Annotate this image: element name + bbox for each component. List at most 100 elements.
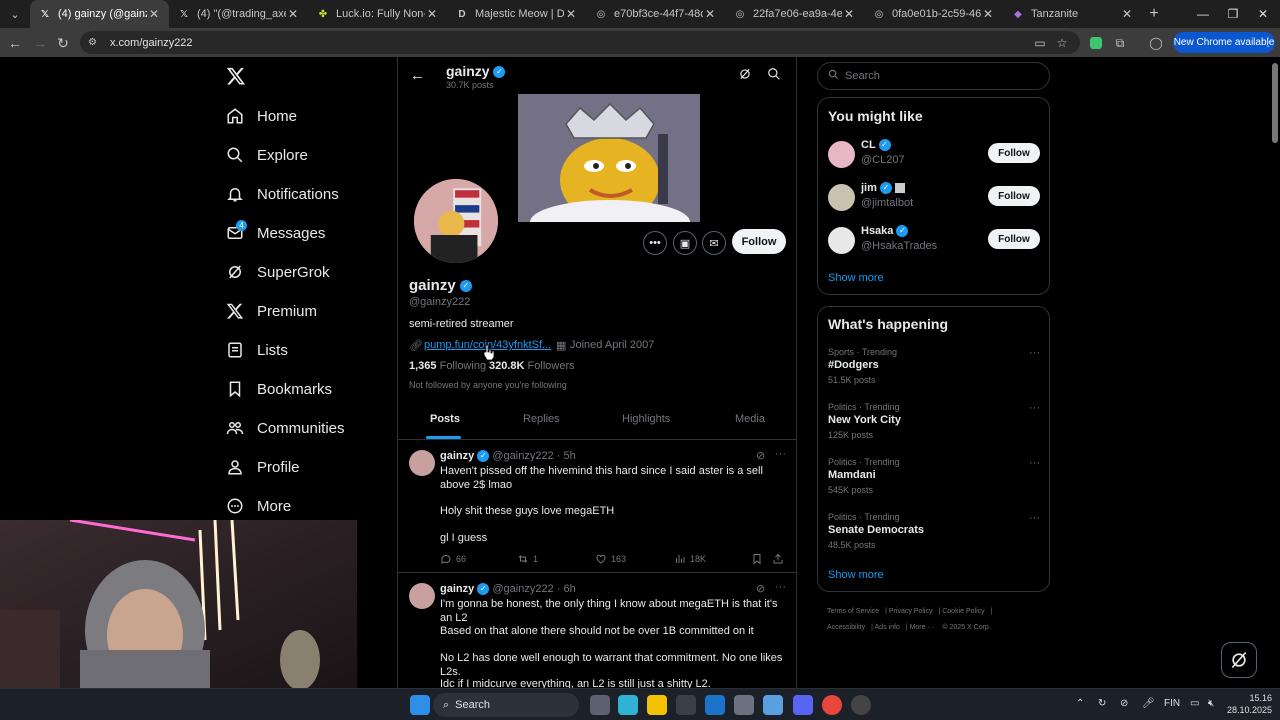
taskbar-clock[interactable]: 15.16 28.10.2025: [1226, 692, 1272, 716]
language-indicator[interactable]: FIN: [1164, 698, 1180, 709]
more-options-button[interactable]: •••: [643, 231, 667, 255]
trend-more-icon[interactable]: ···: [1029, 347, 1040, 359]
post-more-icon[interactable]: ···: [775, 448, 786, 460]
chrome-menu-icon[interactable]: ⋮: [1258, 32, 1278, 52]
post[interactable]: gainzy ✓ @gainzy222 · 5h ⊘ ··· Haven't p…: [398, 439, 796, 573]
browser-tab[interactable]: ◎ 22fa7e06-ea9a-4e91-bee ✕: [725, 0, 864, 28]
maximize-button[interactable]: ❐: [1218, 0, 1248, 28]
footer-link[interactable]: Cookie Policy: [942, 608, 984, 615]
trend-item[interactable]: Politics · Trending New York City 125K p…: [828, 402, 1040, 446]
suggestion-item[interactable]: CL ✓ @CL207 Follow: [828, 139, 1040, 171]
tab-highlights[interactable]: Highlights: [622, 413, 670, 425]
sync-icon[interactable]: ↻: [1098, 698, 1106, 709]
tab-close-icon[interactable]: ✕: [703, 7, 717, 21]
chevron-up-icon[interactable]: ⌃: [1076, 698, 1084, 709]
post-time[interactable]: · 5h: [557, 450, 576, 462]
close-window-button[interactable]: ✕: [1248, 0, 1278, 28]
grok-profile-icon[interactable]: ▣: [673, 231, 697, 255]
search-icon[interactable]: [767, 67, 781, 81]
post-more-icon[interactable]: ···: [775, 581, 786, 593]
browser-tab[interactable]: 𝕏 (4) gainzy (@gainzy222) / ✕: [30, 0, 169, 28]
follow-button[interactable]: Follow: [988, 186, 1040, 206]
share-icon[interactable]: [772, 553, 788, 565]
nav-explore[interactable]: Explore: [226, 143, 308, 167]
suggestion-item[interactable]: jim ✓ @jimtalbot Follow: [828, 182, 1040, 214]
display-icon[interactable]: ▭: [1190, 698, 1199, 709]
follow-button[interactable]: Follow: [988, 229, 1040, 249]
browser-tab[interactable]: D Majestic Meow | Duel ✕: [447, 0, 586, 28]
nav-profile[interactable]: Profile: [226, 455, 300, 479]
profile-avatar[interactable]: [411, 176, 501, 266]
extensions-puzzle-icon[interactable]: ⧉: [1110, 33, 1130, 53]
nav-notifications[interactable]: Notifications: [226, 182, 339, 206]
avatar[interactable]: [828, 141, 855, 168]
tab-search-button[interactable]: ⌄: [4, 3, 26, 25]
grok-icon[interactable]: [738, 67, 752, 81]
message-mail-icon[interactable]: ✉: [702, 231, 726, 255]
views-action[interactable]: 18K: [674, 553, 706, 565]
star-icon[interactable]: ☆: [1052, 33, 1072, 53]
browser-tab[interactable]: ◎ e70bf3ce-44f7-48c5-877f ✕: [586, 0, 725, 28]
chrome-icon[interactable]: [822, 695, 842, 715]
nav-more[interactable]: More: [226, 494, 291, 518]
browser-tab[interactable]: ✤ Luck.io: Fully Non-Custod ✕: [308, 0, 447, 28]
trend-more-icon[interactable]: ···: [1029, 402, 1040, 414]
follow-button[interactable]: Follow: [988, 143, 1040, 163]
notepad-icon[interactable]: [763, 695, 783, 715]
new-tab-button[interactable]: +: [1142, 5, 1166, 23]
trend-more-icon[interactable]: ···: [1029, 512, 1040, 524]
outlook-icon[interactable]: [705, 695, 725, 715]
search-input[interactable]: Search: [817, 62, 1050, 90]
followers-stat[interactable]: 320.8K Followers: [489, 360, 575, 372]
footer-link[interactable]: More ···: [910, 624, 935, 631]
trend-more-icon[interactable]: ···: [1029, 457, 1040, 469]
tab-close-icon[interactable]: ✕: [147, 7, 161, 21]
follow-button[interactable]: Follow: [732, 229, 786, 254]
store-icon[interactable]: [676, 695, 696, 715]
post[interactable]: gainzy ✓ @gainzy222 · 6h ⊘ ··· I'm gonna…: [398, 572, 796, 688]
tab-close-icon[interactable]: ✕: [981, 7, 995, 21]
back-arrow-icon[interactable]: ←: [5, 33, 25, 53]
grok-icon[interactable]: ⊘: [756, 449, 765, 462]
footer-link[interactable]: Accessibility: [827, 624, 865, 631]
app-icon[interactable]: [851, 695, 871, 715]
footer-link[interactable]: Privacy Policy: [889, 608, 933, 615]
trend-item[interactable]: Politics · Trending Senate Democrats 48.…: [828, 512, 1040, 556]
footer-link[interactable]: Terms of Service: [827, 608, 879, 615]
post-time[interactable]: · 6h: [557, 583, 576, 595]
nav-communities[interactable]: Communities: [226, 416, 345, 440]
x-logo-icon[interactable]: [226, 66, 246, 86]
show-more-link[interactable]: Show more: [828, 272, 884, 284]
reply-action[interactable]: 66: [440, 553, 466, 565]
nav-lists[interactable]: Lists: [226, 338, 288, 362]
nav-premium[interactable]: Premium: [226, 299, 317, 323]
minimize-button[interactable]: —: [1188, 0, 1218, 28]
forward-arrow-icon[interactable]: →: [30, 33, 50, 53]
extension-green-icon[interactable]: [1086, 33, 1106, 53]
post-author-handle[interactable]: @gainzy222: [492, 583, 553, 595]
task-view-icon[interactable]: [590, 695, 610, 715]
tab-close-icon[interactable]: ✕: [425, 7, 439, 21]
avatar[interactable]: [828, 184, 855, 211]
following-stat[interactable]: 1,365 Following: [409, 360, 486, 372]
tab-close-icon[interactable]: ✕: [564, 7, 578, 21]
footer-link[interactable]: Ads info: [875, 624, 900, 631]
cast-icon[interactable]: ▭: [1030, 33, 1050, 53]
file-explorer-icon[interactable]: [647, 695, 667, 715]
nav-bookmarks[interactable]: Bookmarks: [226, 377, 332, 401]
profile-icon[interactable]: ◯: [1146, 33, 1166, 53]
reload-icon[interactable]: ↻: [53, 33, 73, 53]
tab-posts[interactable]: Posts: [430, 413, 460, 425]
suggestion-item[interactable]: Hsaka ✓ @HsakaTrades Follow: [828, 225, 1040, 257]
trend-item[interactable]: Politics · Trending Mamdani 545K posts ·…: [828, 457, 1040, 501]
nav-messages[interactable]: 4 Messages: [226, 220, 325, 245]
nav-home[interactable]: Home: [226, 104, 297, 128]
browser-tab[interactable]: 𝕏 (4) "(@trading_axe) / X ✕: [169, 0, 308, 28]
post-author-name[interactable]: gainzy: [440, 450, 474, 462]
bookmark-icon[interactable]: [751, 553, 767, 565]
avatar[interactable]: [828, 227, 855, 254]
like-action[interactable]: 163: [595, 553, 626, 565]
grok-icon[interactable]: ⊘: [756, 582, 765, 595]
grok-floating-button[interactable]: [1221, 642, 1257, 678]
browser-tab[interactable]: ◎ 0fa0e01b-2c59-46fd-ae0 ✕: [864, 0, 1003, 28]
